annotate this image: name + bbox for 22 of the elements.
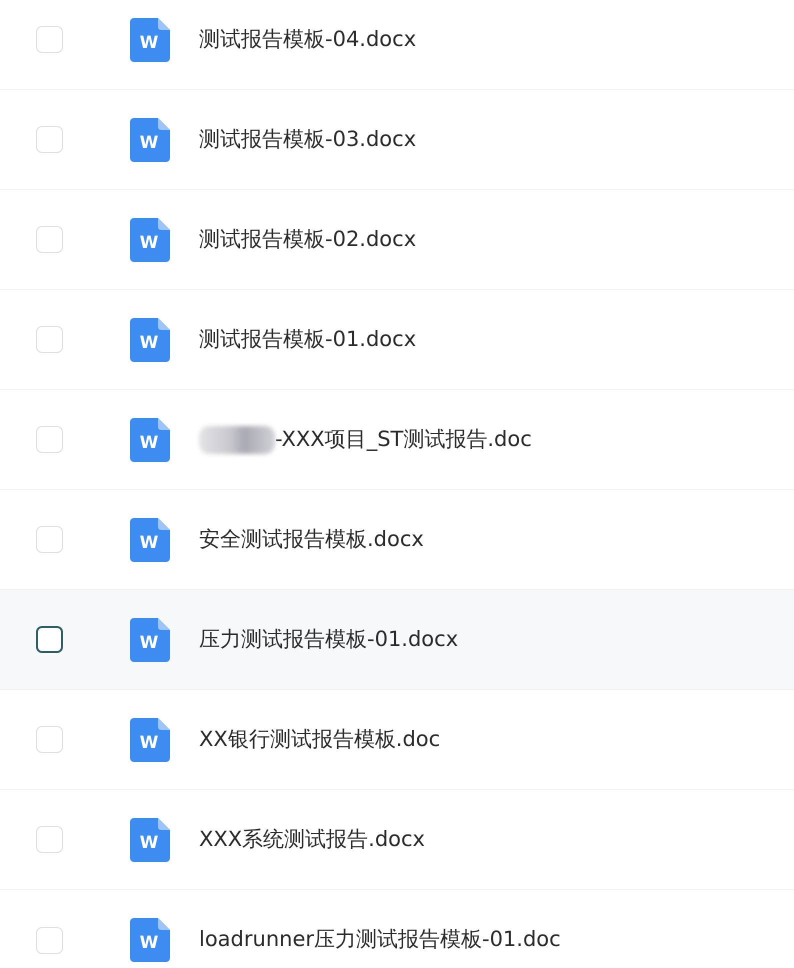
file-name: 测试报告模板-03.docx	[199, 126, 416, 153]
file-name: 测试报告模板-01.docx	[199, 326, 416, 353]
word-document-icon: W	[130, 18, 170, 62]
word-document-icon: W	[130, 618, 170, 662]
file-name: 压力测试报告模板-01.docx	[199, 626, 458, 653]
file-name: 测试报告模板-02.docx	[199, 226, 416, 253]
file-row[interactable]: W 压力测试报告模板-01.docx	[0, 590, 794, 690]
file-name: loadrunner压力测试报告模板-01.doc	[199, 926, 561, 954]
word-document-icon: W	[130, 718, 170, 762]
file-name: 安全测试报告模板.docx	[199, 526, 424, 553]
word-document-icon: W	[130, 218, 170, 262]
word-document-icon: W	[130, 918, 170, 962]
word-document-icon: W	[130, 518, 170, 562]
word-document-icon: W	[130, 818, 170, 862]
word-document-icon: W	[130, 118, 170, 162]
word-document-icon: W	[130, 418, 170, 462]
file-name: 测试报告模板-04.docx	[199, 26, 416, 53]
word-document-icon: W	[130, 318, 170, 362]
file-name: XXX系统测试报告.docx	[199, 826, 425, 853]
file-name: XX银行测试报告模板.doc	[199, 726, 440, 753]
checkbox[interactable]	[36, 626, 63, 653]
file-name: -XXX项目_ST测试报告.doc	[275, 426, 532, 453]
